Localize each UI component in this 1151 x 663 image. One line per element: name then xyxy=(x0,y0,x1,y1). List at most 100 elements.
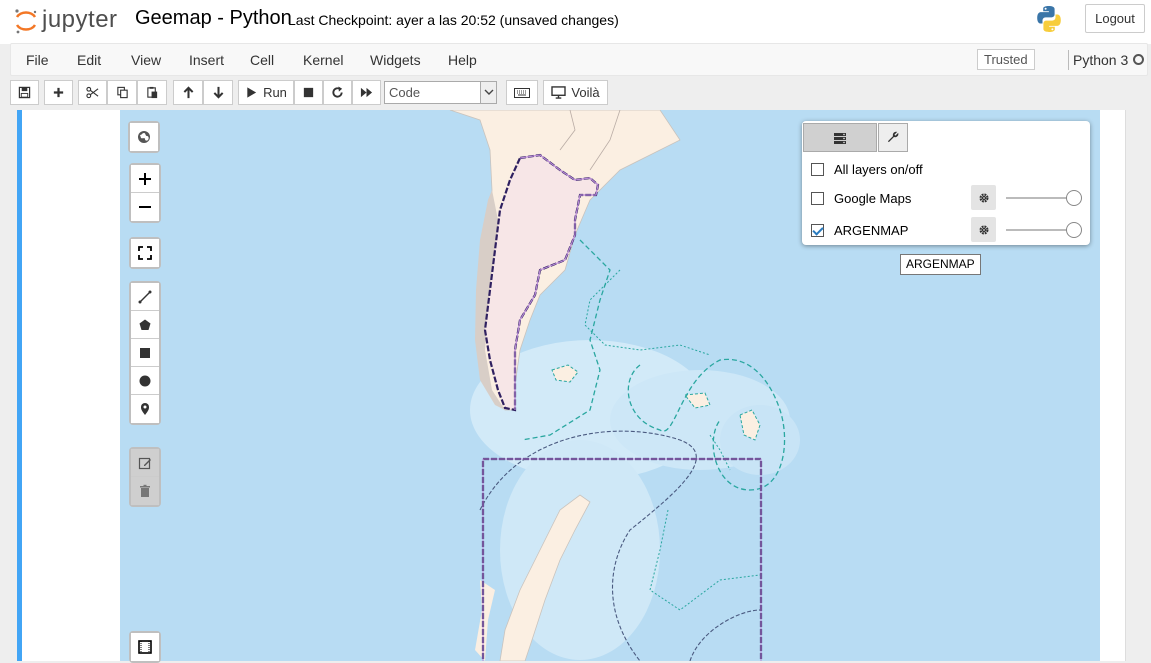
delete-layers-button[interactable] xyxy=(131,477,159,505)
fullscreen-icon xyxy=(138,246,152,260)
settings-tab[interactable] xyxy=(878,123,908,152)
restart-button[interactable] xyxy=(323,80,352,105)
draw-marker-button[interactable] xyxy=(131,395,159,423)
jupyter-icon xyxy=(15,9,37,34)
menu-help[interactable]: Help xyxy=(448,52,477,68)
voila-button[interactable]: Voilà xyxy=(543,80,608,105)
minimap-control[interactable] xyxy=(129,631,161,663)
globe-button[interactable] xyxy=(130,123,158,151)
save-icon xyxy=(18,86,31,99)
minus-icon xyxy=(139,206,151,208)
insert-cell-button[interactable] xyxy=(44,80,73,105)
menu-file[interactable]: File xyxy=(26,52,49,68)
logo-text: jupyter xyxy=(42,6,118,33)
plus-icon xyxy=(53,87,64,98)
interrupt-button[interactable] xyxy=(294,80,323,105)
zoom-control[interactable] xyxy=(129,163,161,223)
stop-icon xyxy=(303,87,314,98)
wrench-icon xyxy=(887,131,898,143)
layer-label-argenmap: ARGENMAP xyxy=(834,222,909,238)
edit-icon xyxy=(138,457,151,469)
kernel-name[interactable]: Python 3 xyxy=(1073,52,1128,68)
menu-widgets[interactable]: Widgets xyxy=(370,52,421,68)
slider-handle[interactable] xyxy=(1066,222,1082,238)
film-icon xyxy=(138,640,152,654)
command-palette-button[interactable] xyxy=(506,80,538,105)
draw-polygon-button[interactable] xyxy=(131,311,159,339)
draw-polyline-button[interactable] xyxy=(131,283,159,311)
opacity-slider-google-maps[interactable] xyxy=(1006,189,1084,207)
monitor-icon xyxy=(551,86,567,99)
zoom-in-button[interactable] xyxy=(131,165,159,193)
kernel-separator xyxy=(1068,50,1069,70)
jupyter-logo[interactable]: jupyter xyxy=(14,4,124,38)
layer-label-google-maps: Google Maps xyxy=(834,190,912,206)
layer-row-google-maps[interactable]: Google Maps xyxy=(811,187,911,209)
chevron-down-icon xyxy=(480,82,496,103)
draw-rectangle-button[interactable] xyxy=(131,339,159,367)
run-button[interactable]: Run xyxy=(238,80,294,105)
cell-type-select[interactable]: Code xyxy=(384,81,497,104)
menu-cell[interactable]: Cell xyxy=(250,52,274,68)
slider-handle[interactable] xyxy=(1066,190,1082,206)
polyline-icon xyxy=(138,290,152,303)
layer-settings-button-google-maps[interactable] xyxy=(971,185,996,210)
run-label: Run xyxy=(263,85,287,100)
opacity-slider-argenmap[interactable] xyxy=(1006,221,1084,239)
zoom-out-button[interactable] xyxy=(131,193,159,221)
menu-view[interactable]: View xyxy=(131,52,161,68)
layer-checkbox-argenmap[interactable] xyxy=(811,223,824,237)
layers-tab[interactable] xyxy=(803,123,877,152)
kernel-idle-icon xyxy=(1133,54,1144,65)
toolbar: Run Code Voilà xyxy=(0,76,1151,110)
notebook-header: jupyter Geemap - Python Last Checkpoint:… xyxy=(0,0,1151,44)
arrow-up-icon xyxy=(183,86,193,99)
menu-edit[interactable]: Edit xyxy=(77,52,101,68)
layer-row-argenmap[interactable]: ARGENMAP xyxy=(811,219,908,241)
all-layers-checkbox[interactable] xyxy=(811,162,824,176)
paste-button[interactable] xyxy=(137,80,167,105)
trash-icon xyxy=(140,484,150,497)
cut-button[interactable] xyxy=(78,80,107,105)
server-icon xyxy=(834,132,846,144)
refresh-icon xyxy=(332,86,343,98)
save-button[interactable] xyxy=(10,80,39,105)
rectangle-icon xyxy=(140,347,150,358)
move-down-button[interactable] xyxy=(203,80,233,105)
all-layers-label: All layers on/off xyxy=(834,161,923,177)
draw-toolbar[interactable] xyxy=(129,281,161,425)
draw-circle-button[interactable] xyxy=(131,367,159,395)
basemap-control[interactable] xyxy=(128,121,160,153)
notebook-title[interactable]: Geemap - Python xyxy=(135,7,292,30)
move-up-button[interactable] xyxy=(173,80,203,105)
cell-type-value: Code xyxy=(389,85,421,100)
copy-button[interactable] xyxy=(107,80,137,105)
fullscreen-button[interactable] xyxy=(131,239,159,267)
python-logo-icon xyxy=(1037,6,1061,32)
layer-checkbox-google-maps[interactable] xyxy=(811,191,824,205)
menu-kernel[interactable]: Kernel xyxy=(303,52,343,68)
trusted-indicator[interactable]: Trusted xyxy=(977,49,1035,70)
edit-toolbar[interactable] xyxy=(129,447,161,507)
circle-icon xyxy=(139,375,151,386)
restart-run-all-button[interactable] xyxy=(352,80,381,105)
paste-icon xyxy=(146,86,157,99)
gear-icon xyxy=(979,193,988,202)
copy-icon xyxy=(116,86,128,99)
menubar: File Edit View Insert Cell Kernel Widget… xyxy=(10,43,1148,76)
layer-settings-button-argenmap[interactable] xyxy=(971,217,996,242)
fast-forward-icon xyxy=(360,87,373,98)
layer-tooltip: ARGENMAP xyxy=(900,254,981,275)
menu-insert[interactable]: Insert xyxy=(189,52,224,68)
edit-layers-button[interactable] xyxy=(131,449,159,477)
voila-label: Voilà xyxy=(571,85,600,100)
checkpoint-status: Last Checkpoint: ayer a las 20:52 (unsav… xyxy=(288,12,619,28)
fullscreen-control[interactable] xyxy=(129,237,161,269)
all-layers-row[interactable]: All layers on/off xyxy=(811,158,923,180)
polygon-icon xyxy=(139,319,151,330)
marker-icon xyxy=(141,403,149,415)
logout-button[interactable]: Logout xyxy=(1085,4,1145,33)
minimap-button[interactable] xyxy=(131,633,159,661)
arrow-down-icon xyxy=(213,86,223,99)
layer-control-panel: All layers on/off Google Maps ARGENMAP xyxy=(802,121,1090,245)
